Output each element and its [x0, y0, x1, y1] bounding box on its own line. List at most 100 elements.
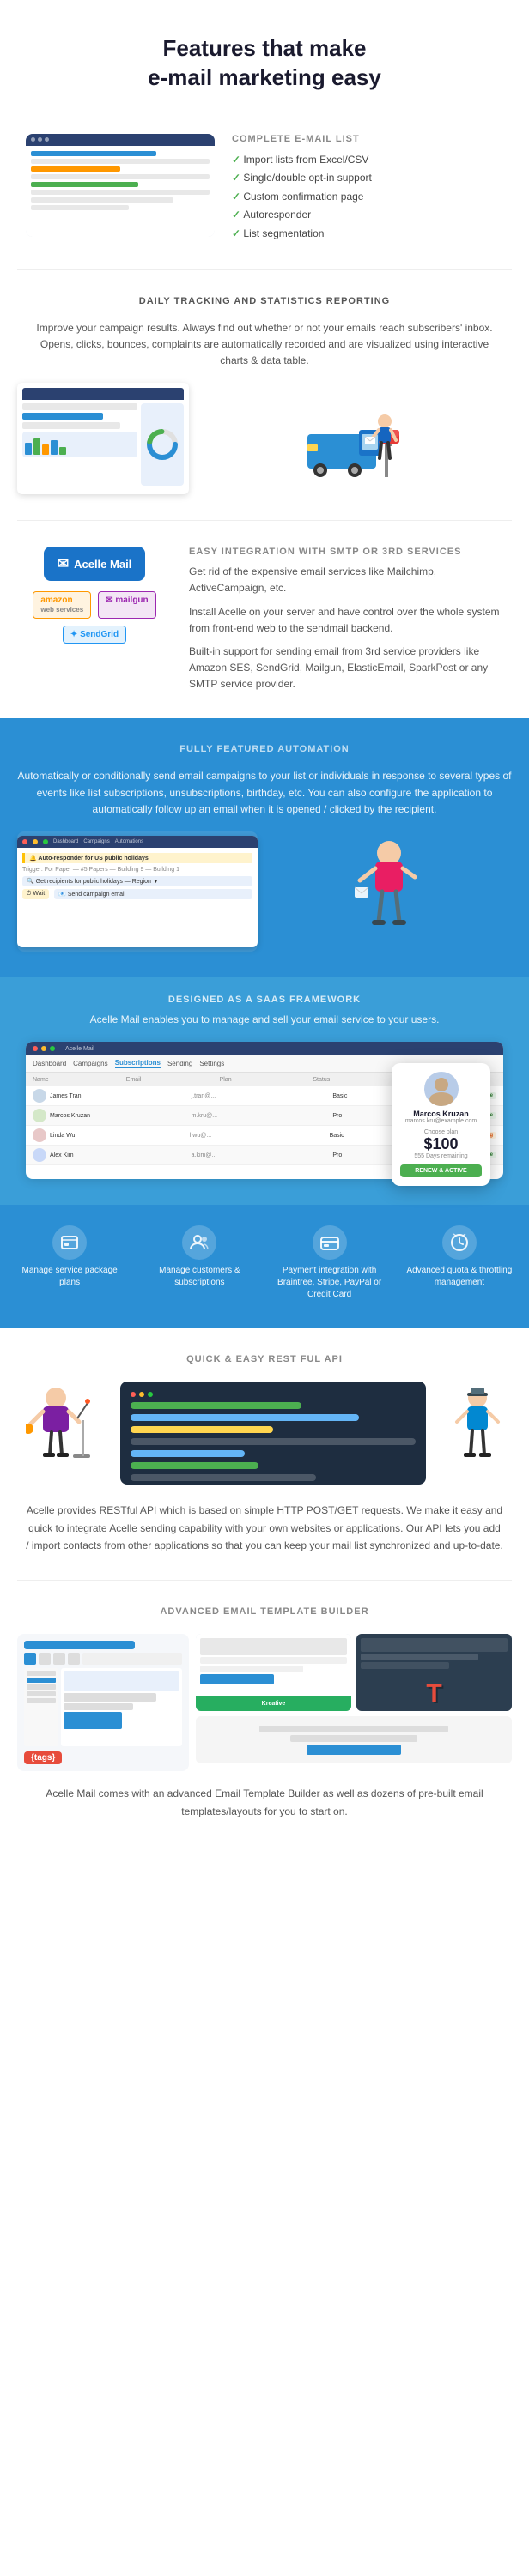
- avatar: [33, 1089, 46, 1103]
- api-section: QUICK & EASY REST FUL API: [0, 1328, 529, 1580]
- payment-icon: [313, 1225, 347, 1260]
- avatar: [33, 1109, 46, 1122]
- editor-canvas: [61, 1668, 182, 1746]
- cell-name: Marcos Kruzan: [50, 1113, 188, 1119]
- template-preview-bottom: [196, 1716, 512, 1763]
- template-previews: Kreative T: [196, 1634, 512, 1771]
- card-name: Marcos Kruzan: [400, 1110, 482, 1118]
- automation-header: FULLY FEATURED AUTOMATION: [17, 744, 512, 754]
- feature-item: Import lists from Excel/CSV: [232, 151, 503, 170]
- template-section: ADVANCED EMAIL TEMPLATE BUILDER: [0, 1581, 529, 1846]
- avatar: [33, 1128, 46, 1142]
- renew-button[interactable]: RENEW & ACTIVE: [400, 1164, 482, 1177]
- automation-illustration: [266, 831, 512, 952]
- mailman-svg: [303, 383, 406, 494]
- email-list-mockup: [26, 134, 215, 237]
- cell-email: l.wu@...: [190, 1133, 326, 1139]
- user-card: Marcos Kruzan marcos.kru@example.com Cho…: [392, 1063, 490, 1186]
- automation-section: FULLY FEATURED AUTOMATION Automatically …: [0, 718, 529, 977]
- smtp-providers: amazon web services ✉ mailgun ✦ SendGrid: [17, 591, 172, 644]
- sub-topbar: Acelle Mail: [26, 1042, 503, 1055]
- hero-section: Features that make e-mail marketing easy: [0, 0, 529, 117]
- feature-item: List segmentation: [232, 225, 503, 244]
- condition-block: 🔍 Get recipients for public holidays — R…: [22, 876, 252, 886]
- api-description: Acelle provides RESTful API which is bas…: [17, 1502, 512, 1554]
- code-line: [131, 1450, 245, 1457]
- close-dot: [33, 1046, 38, 1051]
- acelle-logo: ✉ Acelle Mail: [44, 547, 146, 581]
- saas-header-area: DESIGNED AS A SAAS FRAMEWORK Acelle Mail…: [0, 977, 529, 1205]
- saas-label: DESIGNED AS A SAAS FRAMEWORK: [17, 995, 512, 1005]
- avatar: [33, 1148, 46, 1162]
- email-list-image: [26, 134, 215, 237]
- saas-feature-plans: Manage service package plans: [7, 1218, 132, 1308]
- email-list-section: COMPLETE E-MAIL LIST Import lists from E…: [0, 117, 529, 269]
- editor-topbar: [24, 1641, 135, 1649]
- automation-label: FULLY FEATURED AUTOMATION: [17, 744, 512, 754]
- menu-campaigns: Campaigns: [83, 839, 109, 844]
- api-visual: [17, 1382, 512, 1485]
- saas-section: DESIGNED AS A SAAS FRAMEWORK Acelle Mail…: [0, 977, 529, 1328]
- code-line: [131, 1426, 273, 1433]
- col-name: Name: [33, 1077, 123, 1083]
- minimize-dot: [41, 1046, 46, 1051]
- api-header: QUICK & EASY REST FUL API: [17, 1354, 512, 1364]
- person-icon: [424, 1072, 459, 1106]
- auto-mockup-inner: Dashboard Campaigns Automations 🔔 Auto-r…: [17, 836, 258, 947]
- smtp-left: ✉ Acelle Mail amazon web services ✉ mail…: [17, 547, 172, 644]
- action-email: 📧 Send campaign email: [54, 889, 252, 899]
- plans-icon: [52, 1225, 87, 1260]
- card-days: 555 Days remaining: [400, 1153, 482, 1159]
- automation-image-area: Dashboard Campaigns Automations 🔔 Auto-r…: [17, 831, 512, 952]
- nav-sending[interactable]: Sending: [167, 1060, 192, 1067]
- email-list-label: COMPLETE E-MAIL LIST: [232, 134, 503, 144]
- provider-amazon: amazon web services: [33, 591, 91, 619]
- code-line: [131, 1414, 359, 1421]
- tags-badge: {tags}: [24, 1751, 62, 1764]
- feature-item: Autoresponder: [232, 206, 503, 225]
- smtp-desc3: Built-in support for sending email from …: [189, 644, 512, 693]
- provider-mailgun: ✉ mailgun: [98, 591, 156, 619]
- nav-subscriptions[interactable]: Subscriptions: [115, 1059, 161, 1068]
- card-avatar: [424, 1072, 459, 1106]
- auto-subtitle: Trigger: For Paper — #5 Papers — Buildin…: [22, 867, 252, 873]
- nav-campaigns[interactable]: Campaigns: [73, 1060, 107, 1067]
- window-title: Acelle Mail: [65, 1046, 94, 1052]
- saas-feature-customers: Manage customers & subscriptions: [137, 1218, 262, 1308]
- template-label: ADVANCED EMAIL TEMPLATE BUILDER: [17, 1606, 512, 1617]
- code-line: [131, 1474, 316, 1481]
- automation-mockup: Dashboard Campaigns Automations 🔔 Auto-r…: [17, 831, 258, 952]
- automation-description: Automatically or conditionally send emai…: [17, 768, 512, 818]
- auto-actions: ⏱ Wait 📧 Send campaign email: [22, 889, 252, 899]
- nav-settings[interactable]: Settings: [199, 1060, 224, 1067]
- template-header: ADVANCED EMAIL TEMPLATE BUILDER: [17, 1606, 512, 1617]
- smtp-label: EASY INTEGRATION WITH SMTP OR 3RD SERVIC…: [189, 547, 512, 557]
- auto-condition: 🔍 Get recipients for public holidays — R…: [22, 876, 252, 886]
- nav-dashboard[interactable]: Dashboard: [33, 1060, 66, 1067]
- smtp-desc2: Install Acelle on your server and have c…: [189, 604, 512, 637]
- saas-features: Manage service package plans Manage cust…: [0, 1205, 529, 1328]
- cell-name: James Tran: [50, 1093, 188, 1099]
- cell-name: Alex Kim: [50, 1152, 188, 1158]
- email-feature-list: Import lists from Excel/CSV Single/doubl…: [232, 151, 503, 244]
- tracking-image-area: [17, 383, 512, 494]
- col-status: Status: [313, 1077, 403, 1083]
- mailman-illustration: [198, 383, 512, 494]
- customers-label: Manage customers & subscriptions: [141, 1265, 258, 1289]
- provider-sendgrid: ✦ SendGrid: [63, 626, 126, 644]
- kreative-badge: Kreative: [196, 1696, 351, 1711]
- smtp-content: EASY INTEGRATION WITH SMTP OR 3RD SERVIC…: [189, 547, 512, 692]
- template-t-icon: T: [356, 1677, 512, 1711]
- cell-email: j.tran@...: [192, 1093, 330, 1099]
- col-plan: Plan: [220, 1077, 310, 1083]
- tracking-label: DAILY TRACKING AND STATISTICS REPORTING: [17, 296, 512, 306]
- auto-menu: Dashboard Campaigns Automations: [53, 839, 143, 844]
- smtp-desc1: Get rid of the expensive email services …: [189, 564, 512, 596]
- template-preview-2: T: [356, 1634, 512, 1711]
- card-price: $100: [400, 1135, 482, 1153]
- feature-item: Custom confirmation page: [232, 188, 503, 207]
- editor-sidebar: [24, 1668, 58, 1746]
- api-person-right-svg: [452, 1386, 503, 1480]
- code-line: [131, 1402, 301, 1409]
- api-person-left-svg: [26, 1386, 94, 1480]
